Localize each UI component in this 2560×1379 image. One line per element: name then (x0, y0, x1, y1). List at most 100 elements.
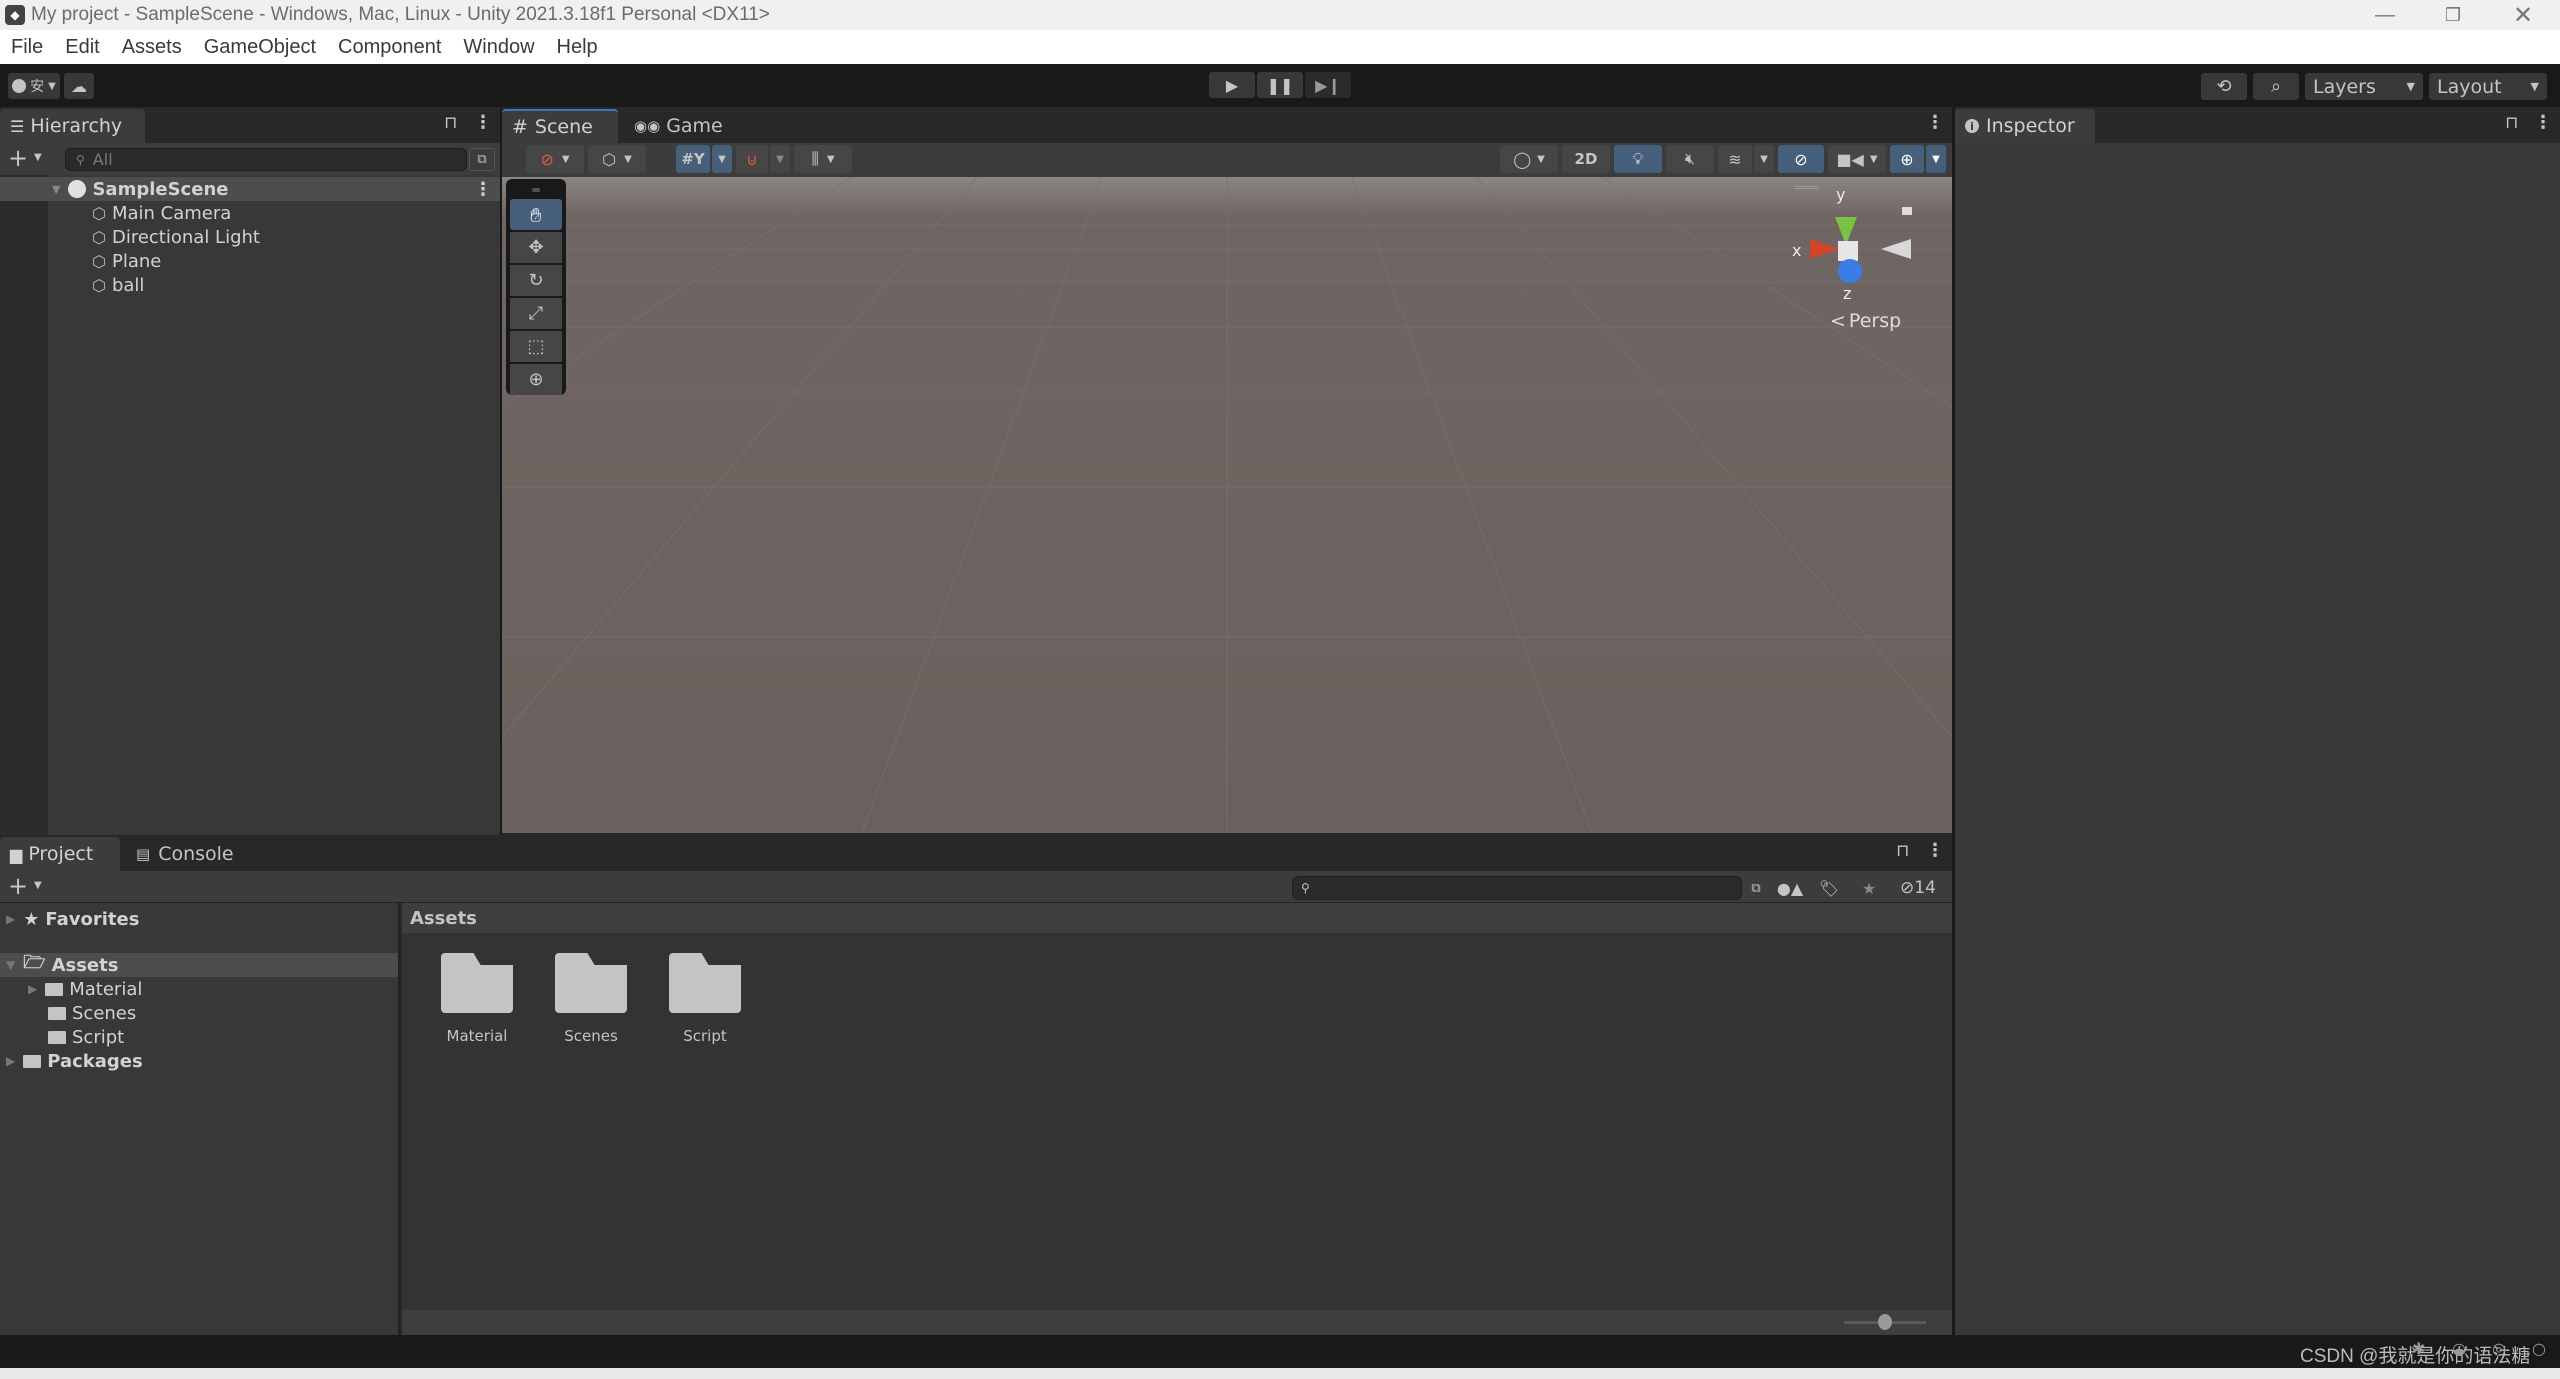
snap-dropdown[interactable]: ▼ (770, 145, 790, 173)
rect-tool-button[interactable]: ⬚ (510, 331, 562, 362)
play-button[interactable]: ▶ (1209, 72, 1255, 98)
scene-row[interactable]: ▼ SampleScene ⋮ (0, 177, 500, 201)
expand-triangle-icon[interactable]: ▼ (6, 958, 15, 972)
menu-gameobject[interactable]: GameObject (193, 36, 327, 59)
lock-icon[interactable]: ⊓ (1896, 841, 1909, 861)
gizmo-z-cone[interactable] (1838, 259, 1862, 283)
cloud-button[interactable]: ☁ (64, 73, 94, 99)
lock-icon[interactable]: ⊓ (2505, 113, 2518, 133)
more-menu-icon[interactable]: ⋮ (1926, 840, 1944, 861)
expand-triangle-icon[interactable]: ▶ (6, 1054, 15, 1068)
history-button[interactable]: ⟲ (2201, 73, 2247, 100)
audio-toggle-button[interactable]: 🔇︎ (1666, 145, 1714, 173)
open-search-window-icon[interactable]: ⧉ (469, 148, 495, 171)
effects-toggle-button[interactable]: ≋ (1718, 145, 1752, 173)
tree-assets[interactable]: ▼ 🗁︎ Assets (0, 952, 398, 977)
gizmo-lock-icon[interactable] (1902, 207, 1912, 215)
snap-toggle-button[interactable]: ⊍ (736, 145, 768, 173)
hierarchy-item[interactable]: ⬡ Directional Light (0, 225, 500, 249)
expand-triangle-icon[interactable]: ▶ (6, 912, 15, 926)
open-search-window-icon[interactable]: ⧉ (1745, 876, 1767, 900)
scene-viewport[interactable]: ═ ✋︎ ✥ ↻ ⤢ ⬚ ⊕ y x z < Persp (502, 177, 1952, 833)
add-button[interactable]: + (8, 872, 28, 900)
chevron-down-icon[interactable]: ▼ (34, 152, 42, 163)
pivot-dropdown[interactable]: ⬡ ▼ (588, 145, 646, 173)
minimize-button[interactable]: — (2350, 0, 2420, 30)
search-button[interactable]: ⌕ (2253, 73, 2299, 100)
effects-dropdown[interactable]: ▼ (1754, 145, 1774, 173)
gizmo-center-cube[interactable] (1838, 241, 1858, 261)
rotate-tool-button[interactable]: ↻ (510, 265, 562, 296)
asset-folder-item[interactable]: Script (660, 953, 750, 1053)
project-search-input[interactable]: ⚲ (1292, 876, 1742, 900)
step-button[interactable]: ▶❙ (1305, 72, 1351, 98)
menu-window[interactable]: Window (452, 36, 545, 59)
more-menu-icon[interactable]: ⋮ (2534, 112, 2552, 133)
menu-assets[interactable]: Assets (111, 36, 193, 59)
grid-toggle-button[interactable]: #Y (676, 145, 710, 173)
draw-mode-dropdown[interactable]: ⊘ ▼ (526, 145, 584, 173)
tree-favorites[interactable]: ▶ ★ Favorites (0, 907, 398, 931)
hidden-packages-toggle[interactable]: ⊘ 14 (1890, 874, 1946, 902)
grid-dropdown[interactable]: ▼ (712, 145, 732, 173)
expand-triangle-icon[interactable]: ▼ (52, 183, 60, 196)
shading-mode-dropdown[interactable]: ◯ ▼ (1500, 145, 1558, 173)
tab-project[interactable]: ▆ Project (0, 837, 120, 871)
restore-button[interactable]: ❐ (2418, 0, 2488, 30)
chevron-down-icon[interactable]: ▼ (34, 880, 42, 891)
menu-edit[interactable]: Edit (54, 36, 110, 59)
filter-by-label-button[interactable]: 🏷︎ (1810, 874, 1848, 902)
hand-tool-button[interactable]: ✋︎ (510, 199, 562, 230)
toggle-2d-button[interactable]: 2D (1562, 145, 1610, 173)
gizmos-toggle-button[interactable]: ⊕ (1890, 145, 1924, 173)
menu-file[interactable]: File (0, 36, 54, 59)
expand-triangle-icon[interactable]: ▶ (28, 982, 37, 996)
lock-icon[interactable]: ⊓ (444, 113, 457, 133)
menu-help[interactable]: Help (546, 36, 609, 59)
transform-tool-button[interactable]: ⊕ (510, 364, 562, 395)
tab-inspector[interactable]: i Inspector (1955, 109, 2095, 143)
breadcrumb-assets[interactable]: Assets (410, 908, 477, 929)
account-dropdown[interactable]: 安 ▼ (8, 73, 60, 99)
layout-dropdown[interactable]: Layout ▼ (2429, 73, 2547, 100)
gizmos-dropdown[interactable]: ▼ (1926, 145, 1946, 173)
tree-folder[interactable]: Script (0, 1025, 398, 1049)
palette-grip-icon[interactable]: ═ (510, 183, 562, 197)
close-button[interactable]: ✕ (2488, 0, 2558, 30)
scene-visibility-toggle[interactable]: ⊘ (1778, 145, 1824, 173)
debug-bug-icon[interactable]: ✱ (2412, 1339, 2425, 1358)
tree-folder[interactable]: ▶ Material (0, 977, 398, 1001)
increment-snap-dropdown[interactable]: ⫼ ▼ (794, 145, 852, 173)
icon-size-slider-thumb[interactable] (1878, 1314, 1892, 1330)
notification-icon[interactable]: ○ (2532, 1339, 2546, 1358)
move-tool-button[interactable]: ✥ (510, 232, 562, 263)
lighting-toggle-button[interactable]: 💡︎ (1614, 145, 1662, 173)
hierarchy-item[interactable]: ⬡ Plane (0, 249, 500, 273)
gizmo-x-cone[interactable] (1810, 239, 1840, 259)
orientation-gizmo[interactable]: y x z < Persp (1780, 177, 1950, 357)
hierarchy-search-input[interactable]: ⚲ All (65, 148, 467, 171)
menu-component[interactable]: Component (327, 36, 452, 59)
scale-tool-button[interactable]: ⤢ (510, 298, 562, 329)
save-search-button[interactable]: ★ (1850, 874, 1888, 902)
hierarchy-item[interactable]: ⬡ Main Camera (0, 201, 500, 225)
bake-icon[interactable]: ◒ (2452, 1339, 2466, 1358)
tab-game[interactable]: ◉◉ Game (624, 109, 724, 143)
progress-icon[interactable]: ◎ (2492, 1339, 2506, 1358)
layers-dropdown[interactable]: Layers ▼ (2305, 73, 2423, 100)
more-menu-icon[interactable]: ⋮ (1926, 112, 1944, 133)
pause-button[interactable]: ❚❚ (1257, 72, 1303, 98)
tree-packages[interactable]: ▶ Packages (0, 1049, 398, 1073)
more-menu-icon[interactable]: ⋮ (474, 179, 492, 200)
projection-toggle[interactable]: < Persp (1830, 310, 1901, 332)
tab-console[interactable]: ▤ Console (126, 837, 246, 871)
filter-by-type-button[interactable]: ●▲ (1772, 874, 1808, 902)
gizmo-negx-cone[interactable] (1881, 239, 1911, 259)
hierarchy-item[interactable]: ⬡ ball (0, 273, 500, 297)
tab-scene[interactable]: # Scene (502, 109, 618, 143)
tab-hierarchy[interactable]: ☰ Hierarchy (0, 109, 145, 143)
asset-folder-item[interactable]: Material (432, 953, 522, 1053)
camera-settings-dropdown[interactable]: ■◀ ▼ (1828, 145, 1886, 173)
asset-folder-item[interactable]: Scenes (546, 953, 636, 1053)
add-button[interactable]: + (8, 144, 28, 172)
